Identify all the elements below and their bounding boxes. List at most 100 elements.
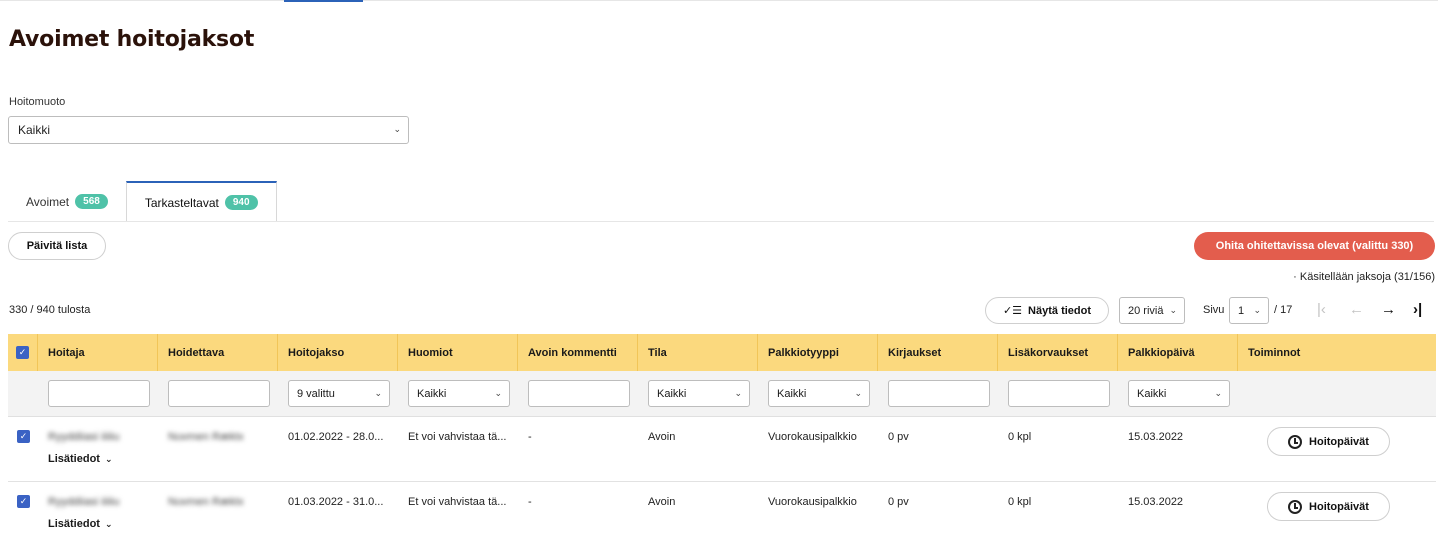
first-page-icon[interactable]: |‹ xyxy=(1317,302,1326,318)
column-header[interactable]: Kirjaukset xyxy=(878,334,998,371)
filter-spacer xyxy=(1238,371,1416,417)
page-select[interactable]: 1 ⌄ xyxy=(1229,297,1269,324)
last-page-icon[interactable]: ›| xyxy=(1413,302,1422,318)
column-header[interactable]: Tila xyxy=(638,334,758,371)
palkkiopaiva-cell: 15.03.2022 xyxy=(1128,496,1184,508)
chevron-down-icon: ⌄ xyxy=(1169,304,1177,315)
tabs-divider xyxy=(8,221,1434,222)
kommentti-cell: - xyxy=(528,431,532,443)
tab-label: Avoimet xyxy=(26,194,70,209)
filter-value: Kaikki xyxy=(417,387,447,400)
huomiot-cell: Et voi vahvistaa tä... xyxy=(408,496,507,508)
filter-value: 9 valittu xyxy=(297,387,335,400)
more-info-label: Lisätiedot xyxy=(48,453,100,465)
checklist-icon: ✓☰ xyxy=(1002,305,1023,317)
next-page-icon[interactable]: → xyxy=(1381,302,1396,318)
tila-cell: Avoin xyxy=(648,431,676,443)
huomiot-filter-select[interactable]: Kaikki ⌄ xyxy=(408,380,510,407)
palkkiotyyppi-cell: Vuorokausipalkkio xyxy=(768,431,857,443)
chevron-down-icon: ⌄ xyxy=(854,387,862,398)
hoidettava-filter-input[interactable] xyxy=(168,380,270,407)
previous-page-icon[interactable]: ← xyxy=(1349,302,1364,318)
page-label: Sivu xyxy=(1203,304,1225,316)
hoitomuoto-select[interactable]: Kaikki ⌄ xyxy=(8,116,409,144)
hoitaja-cell: Ryyddiiasi iiiiiu xyxy=(48,431,120,443)
tab-bar: Avoimet 568 Tarkasteltavat 940 xyxy=(8,181,277,222)
tab-avoimet[interactable]: Avoimet 568 xyxy=(8,181,126,222)
column-header: Toiminnot xyxy=(1248,346,1301,359)
tab-tarkasteltavat[interactable]: Tarkasteltavat 940 xyxy=(125,181,277,222)
column-header[interactable]: Palkkiopäivä xyxy=(1118,334,1238,371)
chevron-down-icon: ⌄ xyxy=(1253,304,1261,315)
filter-cell xyxy=(158,371,278,417)
page-title: Avoimet hoitojaksot xyxy=(9,27,255,52)
column-header[interactable]: Huomiot xyxy=(398,334,518,371)
chevron-down-icon: ⌄ xyxy=(374,387,382,398)
hoitopaivat-button[interactable]: Hoitopäivät xyxy=(1267,492,1390,521)
hoitomuoto-value: Kaikki xyxy=(18,123,51,137)
tila-filter-select[interactable]: Kaikki ⌄ xyxy=(648,380,750,407)
hoitaja-filter-input[interactable] xyxy=(48,380,150,407)
skip-skippable-button[interactable]: Ohita ohitettavissa olevat (valittu 330) xyxy=(1194,232,1435,260)
column-header[interactable]: Hoidettava xyxy=(158,334,278,371)
row-checkbox[interactable]: ✓ xyxy=(8,482,38,543)
column-header[interactable]: Palkkiotyyppi xyxy=(758,334,878,371)
clock-icon xyxy=(1288,434,1303,449)
chevron-down-icon: ⌄ xyxy=(494,387,502,398)
filter-cell xyxy=(998,371,1118,417)
result-count: 330 / 940 tulosta xyxy=(9,304,91,316)
chevron-down-icon: ⌄ xyxy=(393,123,401,134)
table-row: ✓ Ryyddiiasi iiiiiu Nuvmen Ræktx 01.02.2… xyxy=(8,417,1436,482)
filter-value: Kaikki xyxy=(1137,387,1167,400)
row-checkbox[interactable]: ✓ xyxy=(8,417,38,481)
column-header[interactable]: Lisäkorvaukset xyxy=(998,334,1118,371)
top-border xyxy=(0,0,1438,1)
palkkiotyyppi-cell: Vuorokausipalkkio xyxy=(768,496,857,508)
checkbox-checked-icon: ✓ xyxy=(16,346,29,359)
kommentti-filter-input[interactable] xyxy=(528,380,630,407)
processing-status: · Käsitellään jaksoja (31/156) xyxy=(1293,271,1435,283)
palkkiopaiva-cell: 15.03.2022 xyxy=(1128,431,1184,443)
hoidettava-cell: Nuvmen Ræktx xyxy=(168,496,244,508)
show-details-button[interactable]: ✓☰ Näytä tiedot xyxy=(985,297,1109,324)
hoidettava-cell: Nuvmen Ræktx xyxy=(168,431,244,443)
column-header[interactable]: Avoin kommentti xyxy=(518,334,638,371)
kirjaukset-cell: 0 pv xyxy=(888,431,909,443)
hoitaja-cell: Ryyddiiasi iiiiiu xyxy=(48,496,120,508)
filter-spacer xyxy=(8,371,38,417)
table-row: ✓ Ryyddiiasi iiiiiu Nuvmen Ræktx 01.03.2… xyxy=(8,482,1436,543)
results-table: ✓ Hoitaja Hoidettava Hoitojakso Huomiot … xyxy=(8,334,1436,543)
checkbox-checked-icon: ✓ xyxy=(17,495,30,508)
count-badge: 568 xyxy=(75,194,108,209)
filter-cell: Kaikki ⌄ xyxy=(398,371,518,417)
checkbox-checked-icon: ✓ xyxy=(17,430,30,443)
more-info-toggle[interactable]: Lisätiedot ⌄ xyxy=(48,453,113,465)
hoitomuoto-label: Hoitomuoto xyxy=(9,96,66,108)
filter-cell xyxy=(518,371,638,417)
palkkiotyyppi-filter-select[interactable]: Kaikki ⌄ xyxy=(768,380,870,407)
hoitojakso-filter-select[interactable]: 9 valittu ⌄ xyxy=(288,380,390,407)
page-value: 1 xyxy=(1238,304,1245,317)
lisakorvaukset-filter-input[interactable] xyxy=(1008,380,1110,407)
palkkiopaiva-filter-select[interactable]: Kaikki ⌄ xyxy=(1128,380,1230,407)
filter-cell xyxy=(878,371,998,417)
select-all-checkbox[interactable]: ✓ xyxy=(8,334,38,371)
lisakorvaukset-cell: 0 kpl xyxy=(1008,496,1032,508)
chevron-down-icon: ⌄ xyxy=(1214,387,1222,398)
chevron-down-icon: ⌄ xyxy=(104,519,113,529)
filter-cell: Kaikki ⌄ xyxy=(1118,371,1238,417)
filter-value: Kaikki xyxy=(777,387,807,400)
filter-cell: Kaikki ⌄ xyxy=(638,371,758,417)
column-header[interactable]: Hoitaja xyxy=(38,334,158,371)
active-nav-indicator xyxy=(284,0,363,2)
kirjaukset-filter-input[interactable] xyxy=(888,380,990,407)
rows-per-page-select[interactable]: 20 riviä ⌄ xyxy=(1119,297,1185,324)
kommentti-cell: - xyxy=(528,496,532,508)
column-header[interactable]: Hoitojakso xyxy=(278,334,398,371)
hoitopaivat-button[interactable]: Hoitopäivät xyxy=(1267,427,1390,456)
hoitojakso-cell: 01.02.2022 - 28.0... xyxy=(288,431,384,443)
more-info-toggle[interactable]: Lisätiedot ⌄ xyxy=(48,518,113,530)
clock-icon xyxy=(1288,499,1303,514)
refresh-list-button[interactable]: Päivitä lista xyxy=(8,232,106,260)
table-header: ✓ Hoitaja Hoidettava Hoitojakso Huomiot … xyxy=(8,334,1436,371)
